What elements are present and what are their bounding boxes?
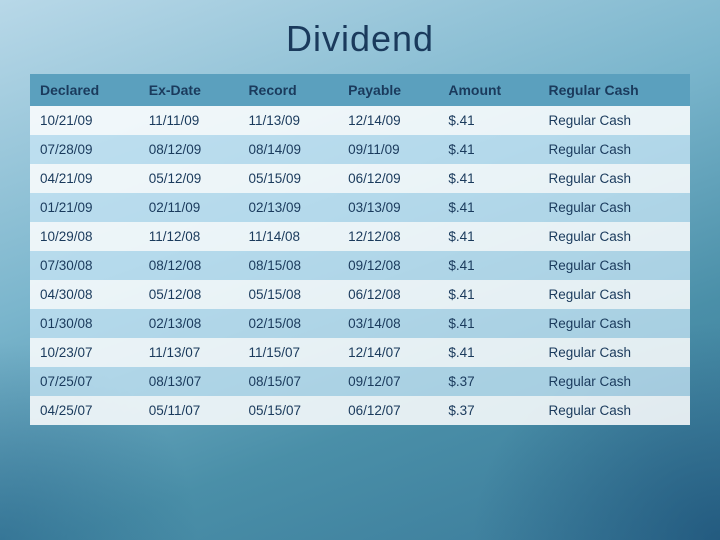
- table-cell-r9-c4: $.37: [438, 367, 538, 396]
- table-cell-r0-c4: $.41: [438, 106, 538, 135]
- table-cell-r0-c2: 11/13/09: [238, 106, 338, 135]
- table-cell-r1-c1: 08/12/09: [139, 135, 239, 164]
- page-container: Dividend Declared Ex-Date Record Payable…: [0, 0, 720, 435]
- table-cell-r8-c2: 11/15/07: [238, 338, 338, 367]
- table-cell-r4-c0: 10/29/08: [30, 222, 139, 251]
- table-cell-r10-c5: Regular Cash: [538, 396, 690, 425]
- table-cell-r1-c2: 08/14/09: [238, 135, 338, 164]
- table-row: 07/30/0808/12/0808/15/0809/12/08$.41Regu…: [30, 251, 690, 280]
- table-cell-r10-c3: 06/12/07: [338, 396, 438, 425]
- col-header-declared: Declared: [30, 74, 139, 106]
- dividend-table: Declared Ex-Date Record Payable Amount R…: [30, 74, 690, 425]
- table-cell-r6-c2: 05/15/08: [238, 280, 338, 309]
- table-cell-r3-c4: $.41: [438, 193, 538, 222]
- table-cell-r4-c3: 12/12/08: [338, 222, 438, 251]
- table-cell-r4-c1: 11/12/08: [139, 222, 239, 251]
- table-cell-r5-c4: $.41: [438, 251, 538, 280]
- table-row: 01/21/0902/11/0902/13/0903/13/09$.41Regu…: [30, 193, 690, 222]
- table-cell-r4-c2: 11/14/08: [238, 222, 338, 251]
- table-cell-r9-c1: 08/13/07: [139, 367, 239, 396]
- table-row: 10/21/0911/11/0911/13/0912/14/09$.41Regu…: [30, 106, 690, 135]
- table-cell-r3-c3: 03/13/09: [338, 193, 438, 222]
- table-cell-r1-c4: $.41: [438, 135, 538, 164]
- table-header-row: Declared Ex-Date Record Payable Amount R…: [30, 74, 690, 106]
- page-title: Dividend: [30, 18, 690, 60]
- table-cell-r9-c3: 09/12/07: [338, 367, 438, 396]
- table-cell-r9-c5: Regular Cash: [538, 367, 690, 396]
- table-cell-r1-c0: 07/28/09: [30, 135, 139, 164]
- table-cell-r6-c1: 05/12/08: [139, 280, 239, 309]
- table-cell-r7-c3: 03/14/08: [338, 309, 438, 338]
- col-header-payable: Payable: [338, 74, 438, 106]
- table-cell-r8-c5: Regular Cash: [538, 338, 690, 367]
- table-cell-r5-c1: 08/12/08: [139, 251, 239, 280]
- table-cell-r4-c5: Regular Cash: [538, 222, 690, 251]
- table-cell-r7-c2: 02/15/08: [238, 309, 338, 338]
- table-cell-r6-c5: Regular Cash: [538, 280, 690, 309]
- table-cell-r7-c0: 01/30/08: [30, 309, 139, 338]
- table-cell-r10-c0: 04/25/07: [30, 396, 139, 425]
- table-cell-r9-c0: 07/25/07: [30, 367, 139, 396]
- col-header-exdate: Ex-Date: [139, 74, 239, 106]
- table-cell-r0-c1: 11/11/09: [139, 106, 239, 135]
- col-header-amount: Amount: [438, 74, 538, 106]
- table-cell-r2-c0: 04/21/09: [30, 164, 139, 193]
- table-cell-r2-c2: 05/15/09: [238, 164, 338, 193]
- table-row: 10/29/0811/12/0811/14/0812/12/08$.41Regu…: [30, 222, 690, 251]
- table-cell-r7-c1: 02/13/08: [139, 309, 239, 338]
- table-cell-r3-c1: 02/11/09: [139, 193, 239, 222]
- table-cell-r8-c1: 11/13/07: [139, 338, 239, 367]
- table-cell-r1-c3: 09/11/09: [338, 135, 438, 164]
- table-cell-r5-c3: 09/12/08: [338, 251, 438, 280]
- table-cell-r5-c5: Regular Cash: [538, 251, 690, 280]
- table-cell-r6-c0: 04/30/08: [30, 280, 139, 309]
- table-cell-r0-c0: 10/21/09: [30, 106, 139, 135]
- table-row: 04/25/0705/11/0705/15/0706/12/07$.37Regu…: [30, 396, 690, 425]
- table-cell-r3-c0: 01/21/09: [30, 193, 139, 222]
- col-header-record: Record: [238, 74, 338, 106]
- table-cell-r0-c5: Regular Cash: [538, 106, 690, 135]
- table-cell-r9-c2: 08/15/07: [238, 367, 338, 396]
- table-row: 07/28/0908/12/0908/14/0909/11/09$.41Regu…: [30, 135, 690, 164]
- table-cell-r1-c5: Regular Cash: [538, 135, 690, 164]
- table-cell-r8-c3: 12/14/07: [338, 338, 438, 367]
- table-cell-r5-c0: 07/30/08: [30, 251, 139, 280]
- table-cell-r4-c4: $.41: [438, 222, 538, 251]
- table-cell-r10-c1: 05/11/07: [139, 396, 239, 425]
- table-cell-r8-c4: $.41: [438, 338, 538, 367]
- table-cell-r2-c4: $.41: [438, 164, 538, 193]
- table-row: 10/23/0711/13/0711/15/0712/14/07$.41Regu…: [30, 338, 690, 367]
- table-cell-r3-c2: 02/13/09: [238, 193, 338, 222]
- table-row: 04/21/0905/12/0905/15/0906/12/09$.41Regu…: [30, 164, 690, 193]
- table-row: 04/30/0805/12/0805/15/0806/12/08$.41Regu…: [30, 280, 690, 309]
- table-cell-r2-c1: 05/12/09: [139, 164, 239, 193]
- table-cell-r6-c3: 06/12/08: [338, 280, 438, 309]
- table-cell-r7-c5: Regular Cash: [538, 309, 690, 338]
- table-cell-r10-c4: $.37: [438, 396, 538, 425]
- table-cell-r7-c4: $.41: [438, 309, 538, 338]
- table-cell-r2-c5: Regular Cash: [538, 164, 690, 193]
- table-cell-r8-c0: 10/23/07: [30, 338, 139, 367]
- col-header-type: Regular Cash: [538, 74, 690, 106]
- table-cell-r10-c2: 05/15/07: [238, 396, 338, 425]
- table-row: 07/25/0708/13/0708/15/0709/12/07$.37Regu…: [30, 367, 690, 396]
- table-cell-r2-c3: 06/12/09: [338, 164, 438, 193]
- table-row: 01/30/0802/13/0802/15/0803/14/08$.41Regu…: [30, 309, 690, 338]
- table-cell-r3-c5: Regular Cash: [538, 193, 690, 222]
- table-cell-r5-c2: 08/15/08: [238, 251, 338, 280]
- table-cell-r0-c3: 12/14/09: [338, 106, 438, 135]
- table-cell-r6-c4: $.41: [438, 280, 538, 309]
